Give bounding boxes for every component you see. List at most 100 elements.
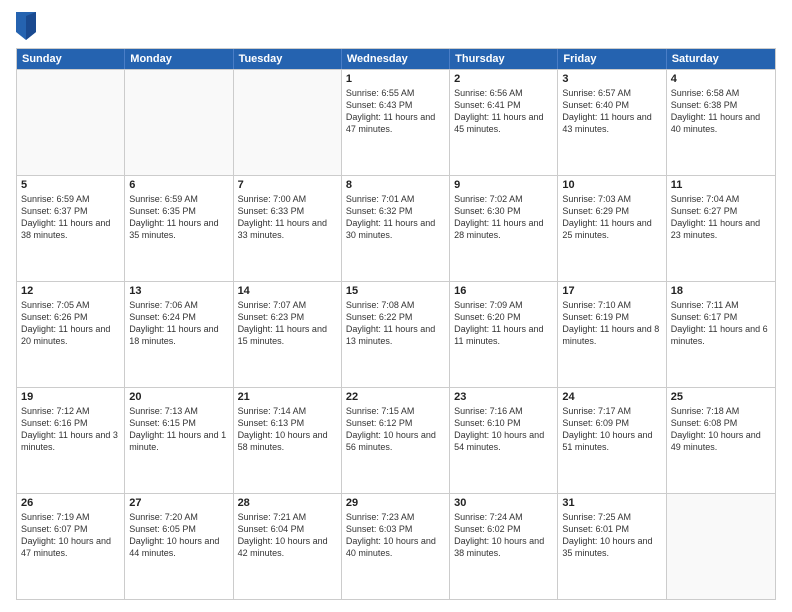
calendar-cell: 21 Sunrise: 7:14 AMSunset: 6:13 PMDayligh…	[234, 388, 342, 493]
day-number: 21	[238, 391, 337, 403]
day-number: 17	[562, 285, 661, 297]
calendar-cell: 23Sunrise: 7:16 AMSunset: 6:10 PMDayligh…	[450, 388, 558, 493]
calendar-cell: 28Sunrise: 7:21 AMSunset: 6:04 PMDayligh…	[234, 494, 342, 599]
calendar-cell: 2 Sunrise: 6:56 AMSunset: 6:41 PMDaylight…	[450, 70, 558, 175]
logo-icon	[16, 12, 36, 40]
cell-info: Sunrise: 7:08 AMSunset: 6:22 PMDaylight:…	[346, 299, 445, 348]
calendar-cell: 17 Sunrise: 7:10 AMSunset: 6:19 PMDayligh…	[558, 282, 666, 387]
calendar-body: 1 Sunrise: 6:55 AMSunset: 6:43 PMDaylight…	[17, 69, 775, 599]
cell-info: Sunrise: 6:56 AMSunset: 6:41 PMDaylight:…	[454, 87, 553, 136]
cell-info: Sunrise: 7:24 AMSunset: 6:02 PMDaylight:…	[454, 511, 553, 560]
day-number: 30	[454, 497, 553, 509]
day-number: 26	[21, 497, 120, 509]
day-number: 3	[562, 73, 661, 85]
cell-info: Sunrise: 7:20 AMSunset: 6:05 PMDaylight:…	[129, 511, 228, 560]
day-number: 25	[671, 391, 771, 403]
day-number: 18	[671, 285, 771, 297]
calendar-cell	[667, 494, 775, 599]
cell-info: Sunrise: 7:09 AMSunset: 6:20 PMDaylight:…	[454, 299, 553, 348]
cell-info: Sunrise: 7:19 AMSunset: 6:07 PMDaylight:…	[21, 511, 120, 560]
cell-info: Sunrise: 7:01 AMSunset: 6:32 PMDaylight:…	[346, 193, 445, 242]
day-header-wednesday: Wednesday	[342, 49, 450, 69]
calendar-cell: 31Sunrise: 7:25 AMSunset: 6:01 PMDayligh…	[558, 494, 666, 599]
cell-info: Sunrise: 7:17 AMSunset: 6:09 PMDaylight:…	[562, 405, 661, 454]
day-number: 8	[346, 179, 445, 191]
cell-info: Sunrise: 6:59 AMSunset: 6:37 PMDaylight:…	[21, 193, 120, 242]
day-number: 22	[346, 391, 445, 403]
calendar-row-1: 1 Sunrise: 6:55 AMSunset: 6:43 PMDaylight…	[17, 69, 775, 175]
calendar-cell: 26 Sunrise: 7:19 AMSunset: 6:07 PMDayligh…	[17, 494, 125, 599]
calendar-cell: 12 Sunrise: 7:05 AMSunset: 6:26 PMDayligh…	[17, 282, 125, 387]
calendar-cell: 18Sunrise: 7:11 AMSunset: 6:17 PMDayligh…	[667, 282, 775, 387]
day-number: 29	[346, 497, 445, 509]
day-number: 6	[129, 179, 228, 191]
calendar-row-4: 19Sunrise: 7:12 AMSunset: 6:16 PMDayligh…	[17, 387, 775, 493]
day-number: 2	[454, 73, 553, 85]
cell-info: Sunrise: 7:07 AMSunset: 6:23 PMDaylight:…	[238, 299, 337, 348]
day-number: 1	[346, 73, 445, 85]
calendar-cell: 14 Sunrise: 7:07 AMSunset: 6:23 PMDayligh…	[234, 282, 342, 387]
cell-info: Sunrise: 7:03 AMSunset: 6:29 PMDaylight:…	[562, 193, 661, 242]
calendar-cell: 16Sunrise: 7:09 AMSunset: 6:20 PMDayligh…	[450, 282, 558, 387]
calendar-row-2: 5 Sunrise: 6:59 AMSunset: 6:37 PMDaylight…	[17, 175, 775, 281]
day-number: 5	[21, 179, 120, 191]
cell-info: Sunrise: 6:59 AMSunset: 6:35 PMDaylight:…	[129, 193, 228, 242]
cell-info: Sunrise: 7:10 AMSunset: 6:19 PMDaylight:…	[562, 299, 661, 348]
header	[16, 12, 776, 40]
day-header-friday: Friday	[558, 49, 666, 69]
calendar-cell: 4 Sunrise: 6:58 AMSunset: 6:38 PMDaylight…	[667, 70, 775, 175]
day-number: 12	[21, 285, 120, 297]
day-number: 10	[562, 179, 661, 191]
day-number: 4	[671, 73, 771, 85]
cell-info: Sunrise: 7:13 AMSunset: 6:15 PMDaylight:…	[129, 405, 228, 454]
calendar-cell	[17, 70, 125, 175]
day-header-saturday: Saturday	[667, 49, 775, 69]
calendar-cell: 8 Sunrise: 7:01 AMSunset: 6:32 PMDaylight…	[342, 176, 450, 281]
calendar: SundayMondayTuesdayWednesdayThursdayFrid…	[16, 48, 776, 600]
day-number: 11	[671, 179, 771, 191]
calendar-cell: 24Sunrise: 7:17 AMSunset: 6:09 PMDayligh…	[558, 388, 666, 493]
calendar-header: SundayMondayTuesdayWednesdayThursdayFrid…	[17, 49, 775, 69]
day-header-sunday: Sunday	[17, 49, 125, 69]
day-number: 13	[129, 285, 228, 297]
day-number: 19	[21, 391, 120, 403]
calendar-cell: 6 Sunrise: 6:59 AMSunset: 6:35 PMDaylight…	[125, 176, 233, 281]
calendar-cell: 9 Sunrise: 7:02 AMSunset: 6:30 PMDaylight…	[450, 176, 558, 281]
day-number: 9	[454, 179, 553, 191]
day-number: 28	[238, 497, 337, 509]
cell-info: Sunrise: 6:55 AMSunset: 6:43 PMDaylight:…	[346, 87, 445, 136]
day-number: 27	[129, 497, 228, 509]
calendar-cell: 19Sunrise: 7:12 AMSunset: 6:16 PMDayligh…	[17, 388, 125, 493]
calendar-cell: 11 Sunrise: 7:04 AMSunset: 6:27 PMDayligh…	[667, 176, 775, 281]
cell-info: Sunrise: 7:02 AMSunset: 6:30 PMDaylight:…	[454, 193, 553, 242]
day-header-thursday: Thursday	[450, 49, 558, 69]
day-header-tuesday: Tuesday	[234, 49, 342, 69]
calendar-cell: 20 Sunrise: 7:13 AMSunset: 6:15 PMDayligh…	[125, 388, 233, 493]
cell-info: Sunrise: 7:14 AMSunset: 6:13 PMDaylight:…	[238, 405, 337, 454]
cell-info: Sunrise: 6:57 AMSunset: 6:40 PMDaylight:…	[562, 87, 661, 136]
cell-info: Sunrise: 7:23 AMSunset: 6:03 PMDaylight:…	[346, 511, 445, 560]
day-number: 20	[129, 391, 228, 403]
day-number: 7	[238, 179, 337, 191]
day-header-monday: Monday	[125, 49, 233, 69]
day-number: 14	[238, 285, 337, 297]
calendar-cell: 10 Sunrise: 7:03 AMSunset: 6:29 PMDayligh…	[558, 176, 666, 281]
calendar-cell: 27 Sunrise: 7:20 AMSunset: 6:05 PMDayligh…	[125, 494, 233, 599]
cell-info: Sunrise: 7:15 AMSunset: 6:12 PMDaylight:…	[346, 405, 445, 454]
cell-info: Sunrise: 7:16 AMSunset: 6:10 PMDaylight:…	[454, 405, 553, 454]
cell-info: Sunrise: 7:05 AMSunset: 6:26 PMDaylight:…	[21, 299, 120, 348]
calendar-cell: 3 Sunrise: 6:57 AMSunset: 6:40 PMDaylight…	[558, 70, 666, 175]
calendar-cell: 15Sunrise: 7:08 AMSunset: 6:22 PMDayligh…	[342, 282, 450, 387]
calendar-row-3: 12 Sunrise: 7:05 AMSunset: 6:26 PMDayligh…	[17, 281, 775, 387]
calendar-cell: 25 Sunrise: 7:18 AMSunset: 6:08 PMDayligh…	[667, 388, 775, 493]
calendar-cell	[125, 70, 233, 175]
logo	[16, 12, 40, 40]
calendar-cell: 5 Sunrise: 6:59 AMSunset: 6:37 PMDaylight…	[17, 176, 125, 281]
cell-info: Sunrise: 6:58 AMSunset: 6:38 PMDaylight:…	[671, 87, 771, 136]
calendar-cell: 13Sunrise: 7:06 AMSunset: 6:24 PMDayligh…	[125, 282, 233, 387]
cell-info: Sunrise: 7:18 AMSunset: 6:08 PMDaylight:…	[671, 405, 771, 454]
calendar-cell: 7Sunrise: 7:00 AMSunset: 6:33 PMDaylight…	[234, 176, 342, 281]
cell-info: Sunrise: 7:25 AMSunset: 6:01 PMDaylight:…	[562, 511, 661, 560]
cell-info: Sunrise: 7:04 AMSunset: 6:27 PMDaylight:…	[671, 193, 771, 242]
calendar-cell	[234, 70, 342, 175]
